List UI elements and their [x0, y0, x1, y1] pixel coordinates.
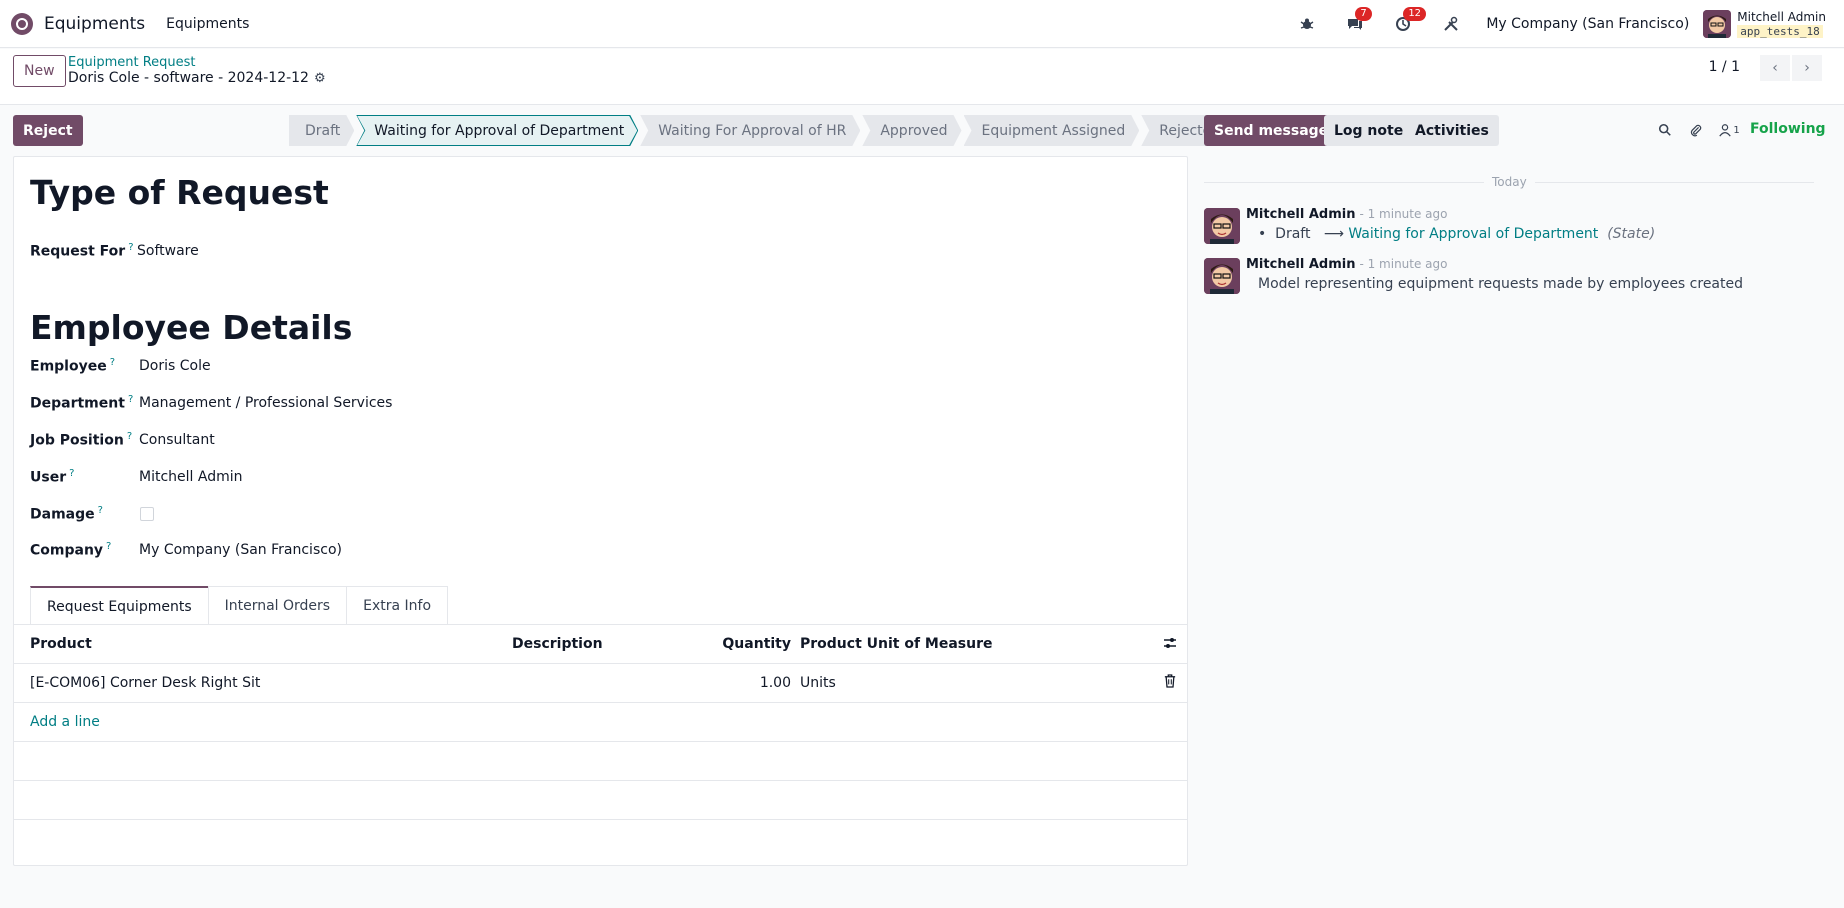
employee-field[interactable]: Doris Cole	[139, 358, 211, 374]
stage-equipment-assigned[interactable]: Equipment Assigned	[964, 115, 1140, 146]
delete-row-trash-icon[interactable]	[1164, 674, 1176, 692]
help-tooltip-icon[interactable]: ?	[127, 431, 132, 442]
messages-icon[interactable]: 7	[1344, 7, 1372, 35]
status-bar: Draft Waiting for Approval of Department…	[289, 115, 1236, 146]
help-tooltip-icon[interactable]: ?	[110, 357, 115, 368]
pager-value[interactable]: 1 / 1	[1709, 59, 1740, 75]
message-body: Model representing equipment requests ma…	[1258, 276, 1744, 292]
form-sheet: Type of Request Request For? Software Em…	[13, 156, 1188, 866]
app-logo-icon[interactable]	[11, 12, 33, 35]
send-message-button[interactable]: Send message	[1204, 115, 1339, 146]
activities-button[interactable]: Activities	[1405, 115, 1499, 146]
job-position-label: Job Position?	[30, 431, 133, 449]
database-name: app_tests_18	[1737, 24, 1823, 38]
breadcrumb-current: Doris Cole - software - 2024-12-12 ⚙	[68, 70, 326, 86]
breadcrumb-parent[interactable]: Equipment Request	[68, 55, 196, 70]
company-label: Company?	[30, 541, 112, 559]
section-title-employee-details: Employee Details	[30, 308, 353, 347]
user-avatar[interactable]	[1703, 10, 1732, 38]
new-button[interactable]: New	[13, 55, 66, 87]
record-title: Doris Cole - software - 2024-12-12	[68, 70, 309, 86]
chevron-left-icon: ‹	[1772, 60, 1778, 76]
table-header: Product Description Quantity Product Uni…	[14, 625, 1187, 664]
add-a-line-link[interactable]: Add a line	[30, 714, 100, 730]
message-author-avatar[interactable]	[1204, 258, 1240, 294]
job-position-field[interactable]: Consultant	[139, 432, 215, 448]
tracking-old-value: Draft	[1275, 226, 1311, 242]
help-tooltip-icon[interactable]: ?	[98, 505, 103, 516]
tab-internal-orders[interactable]: Internal Orders	[207, 586, 348, 625]
app-name[interactable]: Equipments	[44, 14, 145, 34]
row-uom[interactable]: Units	[800, 675, 836, 691]
stage-waiting-approval-department[interactable]: Waiting for Approval of Department	[356, 115, 638, 146]
message-author: Mitchell Admin - 1 minute ago	[1246, 257, 1448, 272]
department-field[interactable]: Management / Professional Services	[139, 395, 392, 411]
message-author-avatar[interactable]	[1204, 208, 1240, 244]
optional-columns-toggle-icon[interactable]	[1162, 635, 1178, 655]
message-timestamp: - 1 minute ago	[1359, 207, 1448, 221]
top-navbar: Equipments Equipments 7 12 My Company (S…	[0, 0, 1844, 48]
messages-count-badge: 7	[1355, 7, 1372, 21]
notebook-tabs: Request Equipments Internal Orders Extra…	[30, 586, 449, 625]
tracking-change: • Draft ⟶ Waiting for Approval of Depart…	[1258, 226, 1655, 242]
row-quantity[interactable]: 1.00	[760, 675, 791, 691]
tab-request-equipments[interactable]: Request Equipments	[30, 586, 209, 625]
message-author: Mitchell Admin - 1 minute ago	[1246, 207, 1448, 222]
company-field[interactable]: My Company (San Francisco)	[139, 542, 342, 558]
add-line-row: Add a line	[14, 703, 1187, 742]
message-timestamp: - 1 minute ago	[1359, 257, 1448, 271]
table-row[interactable]: [E-COM06] Corner Desk Right Sit 1.00 Uni…	[14, 664, 1187, 703]
activities-count-badge: 12	[1403, 7, 1427, 21]
following-toggle[interactable]: Following	[1750, 121, 1826, 137]
arrow-right-icon: ⟶	[1323, 226, 1344, 242]
control-panel: New Equipment Request Doris Cole - softw…	[0, 49, 1844, 105]
employee-label: Employee?	[30, 357, 116, 375]
row-product[interactable]: [E-COM06] Corner Desk Right Sit	[30, 675, 260, 691]
chevron-right-icon: ›	[1804, 60, 1810, 76]
stage-approved[interactable]: Approved	[862, 115, 961, 146]
pager-next-button[interactable]: ›	[1792, 55, 1822, 81]
attachment-paperclip-icon[interactable]	[1687, 121, 1705, 139]
log-note-button[interactable]: Log note	[1324, 115, 1414, 146]
damage-label: Damage?	[30, 505, 103, 523]
help-tooltip-icon[interactable]: ?	[128, 242, 133, 253]
help-tooltip-icon[interactable]: ?	[69, 468, 74, 479]
followers-icon[interactable]: 1	[1716, 121, 1742, 139]
empty-row	[14, 781, 1187, 820]
search-icon[interactable]	[1656, 121, 1674, 139]
followers-count: 1	[1733, 124, 1740, 136]
column-description[interactable]: Description	[512, 636, 603, 652]
tab-extra-info[interactable]: Extra Info	[346, 586, 449, 625]
tools-icon[interactable]	[1440, 13, 1462, 35]
department-label: Department?	[30, 394, 134, 412]
section-title-type-of-request: Type of Request	[30, 173, 329, 212]
damage-checkbox[interactable]	[140, 507, 154, 521]
tracking-new-value: Waiting for Approval of Department	[1348, 226, 1599, 242]
stage-waiting-approval-hr[interactable]: Waiting For Approval of HR	[640, 115, 860, 146]
request-for-field[interactable]: Software	[137, 243, 199, 259]
debug-bug-icon[interactable]	[1296, 13, 1318, 35]
company-switcher[interactable]: My Company (San Francisco)	[1486, 16, 1689, 32]
column-product[interactable]: Product	[30, 636, 92, 652]
reject-button[interactable]: Reject	[13, 115, 83, 146]
menu-item-equipments[interactable]: Equipments	[166, 16, 249, 32]
help-tooltip-icon[interactable]: ?	[106, 541, 111, 552]
tracking-field-name: (State)	[1607, 226, 1656, 242]
date-separator-label: Today	[1484, 175, 1535, 189]
column-uom[interactable]: Product Unit of Measure	[800, 636, 993, 652]
user-field[interactable]: Mitchell Admin	[139, 469, 243, 485]
column-quantity[interactable]: Quantity	[722, 636, 791, 652]
empty-row	[14, 742, 1187, 781]
user-label: User?	[30, 468, 75, 486]
stage-draft[interactable]: Draft	[289, 115, 354, 146]
help-tooltip-icon[interactable]: ?	[128, 394, 133, 405]
pager-previous-button[interactable]: ‹	[1760, 55, 1790, 81]
bullet: •	[1258, 226, 1276, 242]
activities-clock-icon[interactable]: 12	[1392, 7, 1427, 35]
user-name: Mitchell Admin	[1737, 9, 1826, 24]
request-for-label: Request For?	[30, 242, 134, 260]
user-menu[interactable]: Mitchell Admin app_tests_18	[1737, 10, 1826, 39]
gear-icon[interactable]: ⚙	[314, 71, 326, 86]
navbar-systray: 7 12 My Company (San Francisco) Mitchell…	[1270, 0, 1826, 48]
